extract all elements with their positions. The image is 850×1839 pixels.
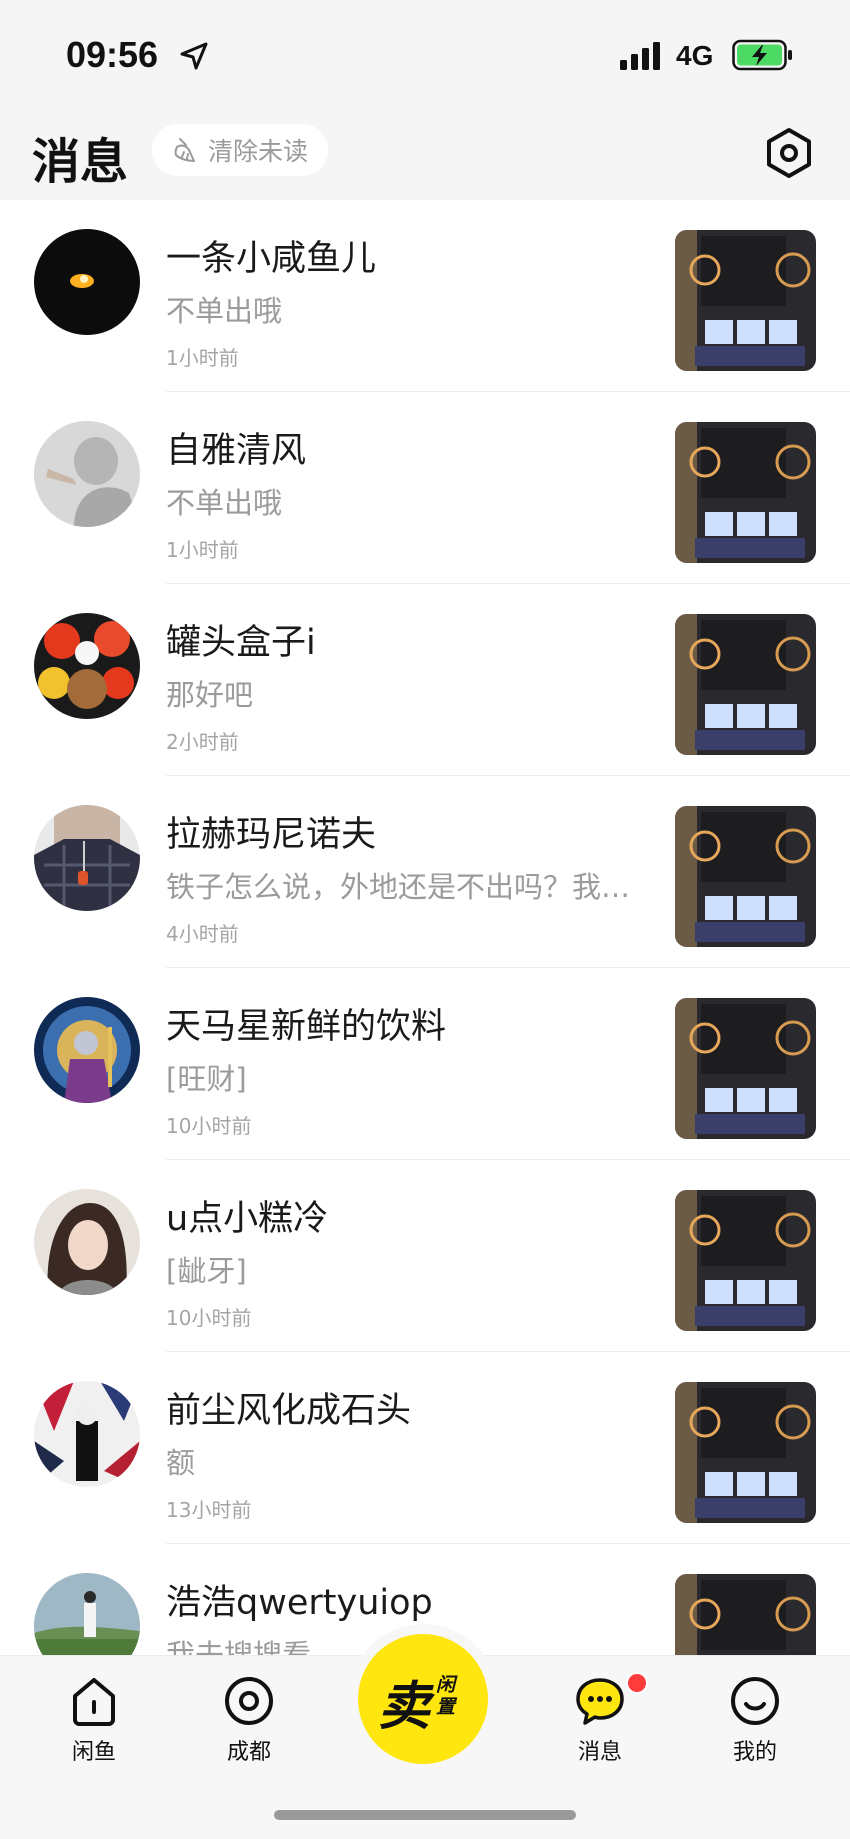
broom-icon (174, 138, 195, 162)
message-time: 2小时前 (166, 730, 239, 754)
item-thumbnail[interactable] (675, 806, 816, 947)
tab-messages-label: 消息 (577, 1740, 622, 1765)
status-time: 09:56 (66, 34, 159, 75)
item-thumbnail[interactable] (675, 422, 816, 563)
message-preview: [龇牙] (166, 1254, 247, 1288)
contact-name: 天马星新鲜的饮料 (166, 1007, 447, 1047)
page-title: 消息 (32, 134, 129, 190)
message-item[interactable]: 自雅清风 不单出哦 1小时前 (0, 392, 850, 584)
item-thumbnail[interactable] (675, 998, 816, 1139)
smiley-profile-icon (731, 1677, 779, 1725)
message-preview: 不单出哦 (166, 486, 283, 520)
tab-home-label: 闲鱼 (71, 1740, 116, 1765)
message-time: 1小时前 (166, 538, 239, 562)
contact-name: 拉赫玛尼诺夫 (166, 815, 377, 855)
sell-button-label: 卖 (378, 1677, 431, 1737)
home-icon (73, 1678, 115, 1726)
avatar[interactable] (34, 613, 140, 719)
message-time: 10小时前 (166, 1114, 252, 1138)
item-thumbnail[interactable] (675, 1190, 816, 1331)
contact-name: 罐头盒子i (166, 623, 316, 663)
avatar[interactable] (34, 805, 140, 911)
network-type: 4G (676, 40, 714, 71)
message-item[interactable]: 前尘风化成石头 额 13小时前 (0, 1352, 850, 1544)
location-pin-icon (225, 1677, 273, 1725)
item-thumbnail[interactable] (675, 1382, 816, 1523)
contact-name: u点小糕冷 (166, 1199, 329, 1239)
home-indicator[interactable] (274, 1810, 576, 1820)
message-item[interactable]: 拉赫玛尼诺夫 铁子怎么说，外地还是不出吗？我… 4小时前 (0, 776, 850, 968)
message-preview: 不单出哦 (166, 294, 283, 328)
message-item[interactable]: 天马星新鲜的饮料 [旺财] 10小时前 (0, 968, 850, 1160)
location-arrow-icon (180, 42, 208, 70)
message-preview: [旺财] (166, 1062, 247, 1096)
avatar[interactable] (34, 1381, 140, 1487)
clear-unread-button[interactable]: 清除未读 (152, 124, 328, 176)
tab-mine[interactable]: 我的 (705, 1674, 805, 1774)
contact-name: 自雅清风 (166, 431, 307, 471)
battery-charging-icon (732, 39, 792, 71)
message-item[interactable]: 罐头盒子i 那好吧 2小时前 (0, 584, 850, 776)
message-item[interactable]: u点小糕冷 [龇牙] 10小时前 (0, 1160, 850, 1352)
tab-city[interactable]: 成都 (199, 1674, 299, 1774)
message-item[interactable]: 一条小咸鱼儿 不单出哦 1小时前 (0, 200, 850, 392)
status-bar: 09:56 4G (0, 0, 850, 112)
settings-gear-icon[interactable] (762, 126, 816, 180)
avatar[interactable] (34, 229, 140, 335)
message-list: 一条小咸鱼儿 不单出哦 1小时前 自雅清风 不单出哦 1小时前 罐头盒子i 那好… (0, 200, 850, 1736)
avatar[interactable] (34, 997, 140, 1103)
unread-badge (626, 1672, 648, 1694)
sell-button[interactable]: 卖 闲置 (358, 1634, 488, 1764)
item-thumbnail[interactable] (675, 614, 816, 755)
item-thumbnail[interactable] (675, 230, 816, 371)
chat-bubble-icon (576, 1678, 624, 1725)
message-preview: 铁子怎么说，外地还是不出吗？我… (166, 870, 631, 904)
cellular-signal-icon (620, 42, 660, 70)
tab-city-label: 成都 (226, 1740, 271, 1765)
tab-home[interactable]: 闲鱼 (44, 1674, 144, 1774)
avatar[interactable] (34, 1189, 140, 1295)
contact-name: 前尘风化成石头 (166, 1391, 412, 1431)
clear-unread-label: 清除未读 (208, 137, 309, 166)
message-time: 10小时前 (166, 1306, 252, 1330)
contact-name: 浩浩qwertyuiop (166, 1583, 433, 1623)
header: 消息 清除未读 (0, 112, 850, 200)
message-preview: 那好吧 (166, 678, 254, 712)
message-time: 13小时前 (166, 1498, 252, 1522)
contact-name: 一条小咸鱼儿 (166, 239, 377, 279)
bottom-tab-bar: 闲鱼 成都 卖 闲置 消息 我的 (0, 1624, 850, 1839)
message-time: 4小时前 (166, 922, 239, 946)
sell-button-sublabel: 闲置 (436, 1674, 456, 1718)
sell-button-wrap: 卖 闲置 (348, 1624, 498, 1774)
avatar[interactable] (34, 421, 140, 527)
message-preview: 额 (166, 1446, 196, 1480)
message-time: 1小时前 (166, 346, 239, 370)
tab-mine-label: 我的 (732, 1740, 777, 1765)
